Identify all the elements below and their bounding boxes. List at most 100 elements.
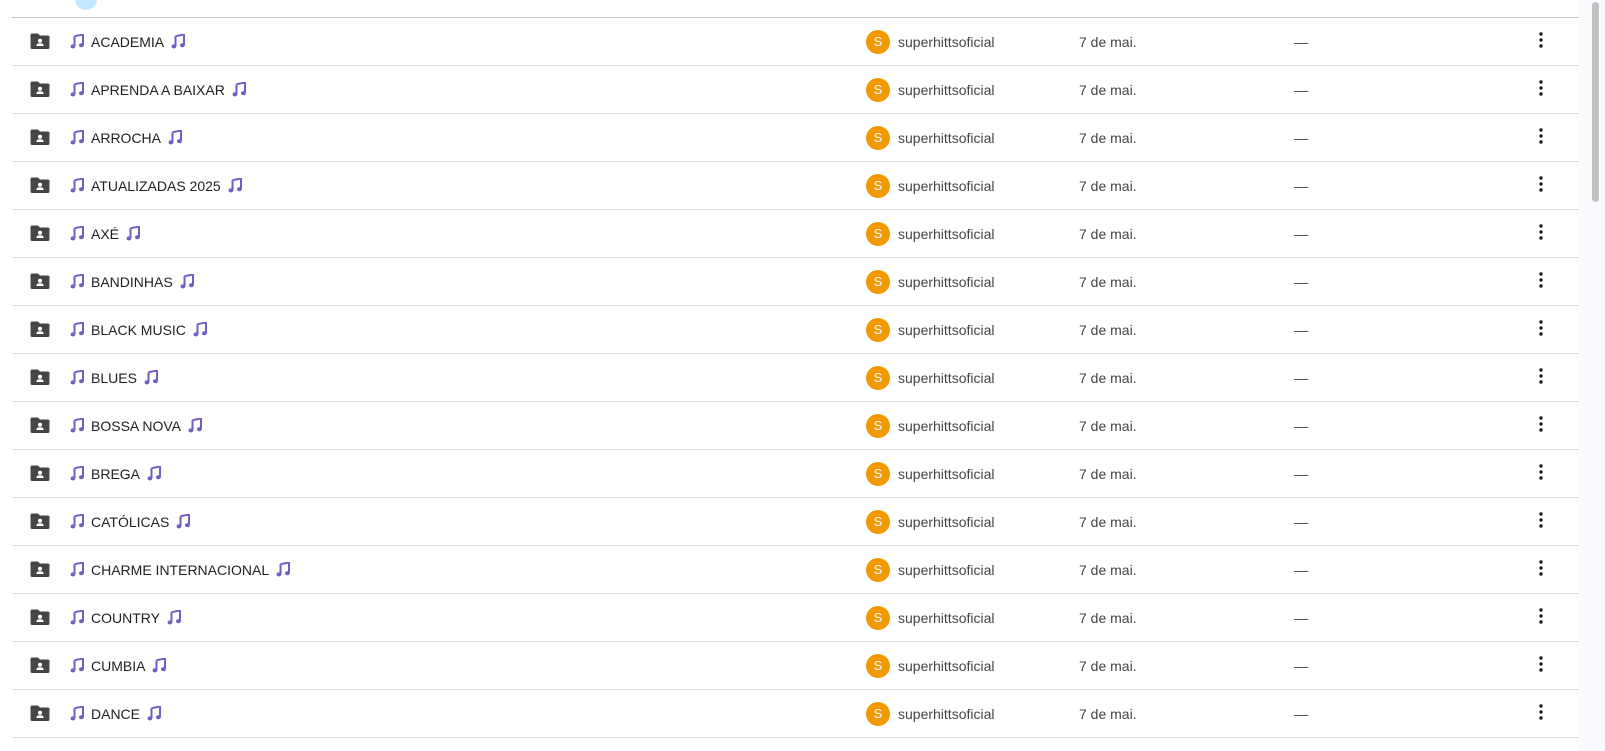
owner-cell[interactable]: S superhittsoficial: [866, 594, 995, 641]
folder-name-cell[interactable]: BLACK MUSIC: [70, 306, 207, 353]
folder-row[interactable]: APRENDA A BAIXAR S superhittsoficial 7 d…: [12, 66, 1579, 114]
modified-date: 7 de mai.: [1079, 513, 1137, 530]
owner-cell[interactable]: S superhittsoficial: [866, 306, 995, 353]
more-actions-button[interactable]: [1529, 126, 1553, 150]
owner-cell[interactable]: S superhittsoficial: [866, 546, 995, 593]
more-actions-button[interactable]: [1529, 270, 1553, 294]
owner-cell[interactable]: S superhittsoficial: [866, 162, 995, 209]
folder-row[interactable]: COUNTRY S superhittsoficial 7 de mai. —: [12, 594, 1579, 642]
music-note-icon: [70, 225, 84, 241]
folder-row[interactable]: CHARME INTERNACIONAL S superhittsoficial…: [12, 546, 1579, 594]
owner-cell[interactable]: S superhittsoficial: [866, 210, 995, 257]
owner-avatar[interactable]: S: [866, 509, 890, 534]
folder-name-cell[interactable]: ARROCHA: [70, 114, 183, 161]
shared-folder-icon: [30, 368, 50, 386]
folder-row[interactable]: ARROCHA S superhittsoficial 7 de mai. —: [12, 114, 1579, 162]
folder-row[interactable]: BREGA S superhittsoficial 7 de mai. —: [12, 450, 1579, 498]
folder-name-cell[interactable]: ATUALIZADAS 2025: [70, 162, 242, 209]
owner-cell[interactable]: S superhittsoficial: [866, 354, 995, 401]
owner-cell[interactable]: S superhittsoficial: [866, 450, 995, 497]
more-actions-button[interactable]: [1529, 222, 1553, 246]
owner-avatar[interactable]: S: [866, 269, 890, 294]
folder-name-cell[interactable]: CUMBIA: [70, 642, 167, 689]
owner-avatar[interactable]: S: [866, 125, 890, 150]
owner-avatar[interactable]: S: [866, 365, 890, 390]
more-actions-button[interactable]: [1529, 654, 1553, 678]
folder-row[interactable]: BLACK MUSIC S superhittsoficial 7 de mai…: [12, 306, 1579, 354]
file-size: —: [1294, 417, 1308, 434]
modified-date: 7 de mai.: [1079, 417, 1137, 434]
more-vert-icon: [1539, 127, 1543, 149]
music-note-icon: [126, 225, 141, 241]
scrollbar-thumb[interactable]: [1592, 2, 1599, 202]
music-note-icon: [70, 81, 84, 97]
folder-row[interactable]: BANDINHAS S superhittsoficial 7 de mai. …: [12, 258, 1579, 306]
more-actions-button[interactable]: [1529, 462, 1553, 486]
owner-cell[interactable]: S superhittsoficial: [866, 498, 995, 545]
folder-name-cell[interactable]: BREGA: [70, 450, 162, 497]
more-actions-button[interactable]: [1529, 558, 1553, 582]
more-actions-button[interactable]: [1529, 318, 1553, 342]
owner-avatar[interactable]: S: [866, 605, 890, 630]
owner-avatar[interactable]: S: [866, 29, 890, 54]
music-note-icon: [276, 561, 291, 577]
folder-name-cell[interactable]: COUNTRY: [70, 594, 181, 641]
owner-cell[interactable]: S superhittsoficial: [866, 402, 995, 449]
folder-row[interactable]: CATÓLICAS S superhittsoficial 7 de mai. …: [12, 498, 1579, 546]
select-all-indicator[interactable]: [75, 0, 97, 10]
folder-name-cell[interactable]: AXÉ: [70, 210, 141, 257]
more-actions-button[interactable]: [1529, 510, 1553, 534]
owner-cell[interactable]: S superhittsoficial: [866, 66, 995, 113]
owner-avatar[interactable]: S: [866, 77, 890, 102]
owner-cell[interactable]: S superhittsoficial: [866, 114, 995, 161]
folder-name-cell[interactable]: CHARME INTERNACIONAL: [70, 546, 291, 593]
owner-avatar[interactable]: S: [866, 413, 890, 438]
folder-row[interactable]: AXÉ S superhittsoficial 7 de mai. —: [12, 210, 1579, 258]
folder-name-cell[interactable]: APRENDA A BAIXAR: [70, 66, 246, 113]
folder-name: ARROCHA: [91, 129, 162, 146]
scrollbar[interactable]: [1589, 0, 1603, 751]
music-note-icon: [171, 33, 186, 49]
owner-avatar[interactable]: S: [866, 317, 890, 342]
owner-name: superhittsoficial: [898, 417, 995, 434]
more-actions-button[interactable]: [1529, 78, 1553, 102]
owner-avatar[interactable]: S: [866, 653, 890, 678]
folder-name-cell[interactable]: BLUES: [70, 354, 158, 401]
folder-name-cell[interactable]: BANDINHAS: [70, 258, 194, 305]
more-actions-button[interactable]: [1529, 174, 1553, 198]
owner-cell[interactable]: S superhittsoficial: [866, 18, 995, 65]
file-size: —: [1294, 81, 1308, 98]
owner-cell[interactable]: S superhittsoficial: [866, 258, 995, 305]
shared-folder-icon: [30, 560, 50, 578]
folder-name-cell[interactable]: CATÓLICAS: [70, 498, 191, 545]
more-actions-button[interactable]: [1529, 30, 1553, 54]
folder-name-cell[interactable]: DANCE: [70, 690, 162, 737]
owner-name: superhittsoficial: [898, 129, 995, 146]
owner-name: superhittsoficial: [898, 657, 995, 674]
more-vert-icon: [1539, 223, 1543, 245]
folder-row[interactable]: ATUALIZADAS 2025 S superhittsoficial 7 d…: [12, 162, 1579, 210]
shared-folder-icon: [30, 272, 50, 290]
owner-avatar[interactable]: S: [866, 557, 890, 582]
more-actions-button[interactable]: [1529, 366, 1553, 390]
folder-name-cell[interactable]: BOSSA NOVA: [70, 402, 202, 449]
folder-name-cell[interactable]: ACADEMIA: [70, 18, 186, 65]
folder-row[interactable]: BLUES S superhittsoficial 7 de mai. —: [12, 354, 1579, 402]
shared-folder-icon: [30, 512, 50, 530]
folder-row[interactable]: ACADEMIA S superhittsoficial 7 de mai. —: [12, 18, 1579, 66]
music-note-icon: [180, 273, 194, 289]
folder-row[interactable]: DANCE S superhittsoficial 7 de mai. —: [12, 690, 1579, 738]
file-list-panel: ACADEMIA S superhittsoficial 7 de mai. —: [0, 0, 1579, 751]
owner-cell[interactable]: S superhittsoficial: [866, 690, 995, 737]
owner-avatar[interactable]: S: [866, 701, 890, 726]
folder-row[interactable]: BOSSA NOVA S superhittsoficial 7 de mai.…: [12, 402, 1579, 450]
more-actions-button[interactable]: [1529, 702, 1553, 726]
owner-avatar[interactable]: S: [866, 173, 890, 198]
owner-avatar[interactable]: S: [866, 221, 890, 246]
more-vert-icon: [1539, 79, 1543, 101]
owner-avatar[interactable]: S: [866, 461, 890, 486]
owner-cell[interactable]: S superhittsoficial: [866, 642, 995, 689]
more-actions-button[interactable]: [1529, 606, 1553, 630]
more-actions-button[interactable]: [1529, 414, 1553, 438]
folder-row[interactable]: CUMBIA S superhittsoficial 7 de mai. —: [12, 642, 1579, 690]
